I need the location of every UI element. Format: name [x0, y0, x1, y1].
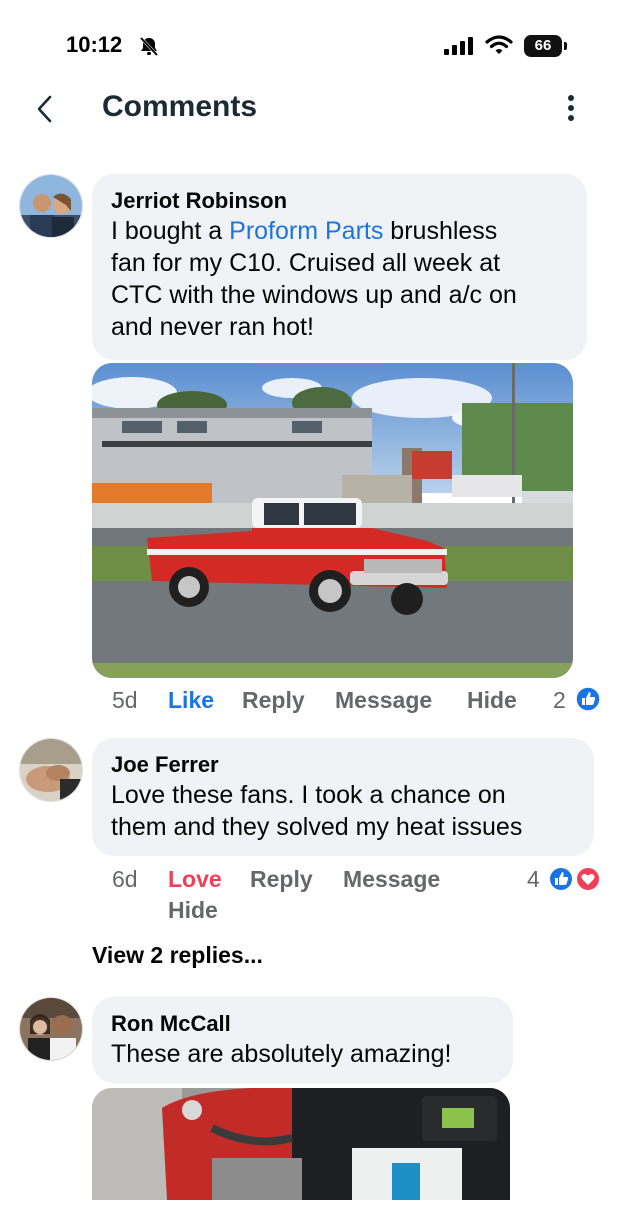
- more-options-icon[interactable]: [558, 94, 584, 122]
- like-button[interactable]: Like: [168, 687, 214, 714]
- bell-muted-icon: [139, 36, 159, 56]
- comment-author[interactable]: Ron McCall: [111, 1010, 494, 1038]
- page-title: Comments: [102, 90, 258, 123]
- message-button[interactable]: Message: [335, 687, 432, 714]
- back-chevron-icon[interactable]: [34, 94, 56, 124]
- comment-age: 6d: [112, 866, 138, 892]
- comment-author[interactable]: Jerriot Robinson: [111, 187, 568, 215]
- comment-photo-red-truck[interactable]: [92, 363, 573, 678]
- proform-parts-link[interactable]: Proform Parts: [229, 217, 383, 245]
- hide-button[interactable]: Hide: [168, 897, 218, 924]
- comment-text-segment: I bought a: [111, 217, 230, 245]
- comment-text-line: them and they solved my heat issues: [111, 813, 523, 841]
- comment-bubble[interactable]: Joe Ferrer Love these fans. I took a cha…: [92, 738, 594, 856]
- comment-text: These are absolutely amazing!: [111, 1038, 494, 1070]
- comment-text-line: fan for my C10. Cruised all week at: [111, 249, 501, 277]
- wifi-icon: [485, 35, 513, 54]
- avatar[interactable]: [19, 997, 83, 1061]
- avatar[interactable]: [19, 738, 83, 802]
- love-button[interactable]: Love: [168, 866, 222, 893]
- comment-photo-engine-bay[interactable]: [92, 1088, 510, 1228]
- comment-bubble[interactable]: Ron McCall These are absolutely amazing!: [92, 997, 513, 1083]
- comment-text-line: Love these fans. I took a chance on: [111, 781, 506, 809]
- reaction-count[interactable]: 2: [553, 687, 566, 714]
- comment-text-segment: brushless: [383, 217, 498, 245]
- status-time: 10:12: [66, 32, 123, 57]
- heart-reaction-icon: [575, 866, 601, 892]
- message-button[interactable]: Message: [343, 866, 440, 893]
- comment-text-line: and never ran hot!: [111, 313, 314, 341]
- signal-icon: [444, 37, 473, 55]
- comment-text-line: These are absolutely amazing!: [111, 1040, 452, 1068]
- avatar[interactable]: [19, 174, 83, 238]
- comment-text-line: CTC with the windows up and a/c on: [111, 281, 517, 309]
- reaction-count[interactable]: 4: [527, 866, 540, 893]
- like-reaction-icon: [575, 686, 601, 712]
- reply-button[interactable]: Reply: [242, 687, 305, 714]
- view-replies-link[interactable]: View 2 replies...: [92, 942, 263, 969]
- hide-button[interactable]: Hide: [467, 687, 517, 714]
- like-reaction-icon: [548, 866, 574, 892]
- comment-age: 5d: [112, 687, 138, 713]
- comment-author[interactable]: Joe Ferrer: [111, 751, 575, 779]
- battery-indicator: 66: [524, 35, 562, 57]
- comment-text: Love these fans. I took a chance on them…: [111, 779, 575, 843]
- comment-text: I bought a Proform Parts brushless fan f…: [111, 215, 568, 343]
- comment-bubble[interactable]: Jerriot Robinson I bought a Proform Part…: [92, 174, 587, 360]
- battery-tip: [564, 42, 567, 50]
- reply-button[interactable]: Reply: [250, 866, 313, 893]
